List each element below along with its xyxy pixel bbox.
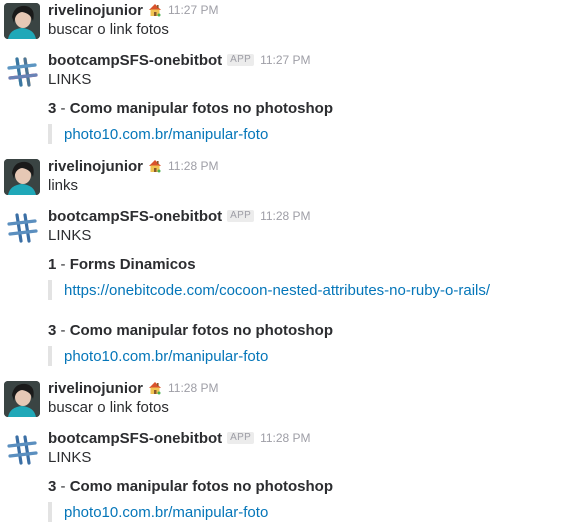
message-user: rivelinojunior 11:28 PM links xyxy=(0,156,561,198)
sender-name[interactable]: rivelinojunior xyxy=(48,2,143,19)
user-avatar[interactable] xyxy=(4,3,40,39)
link-attachment: https://onebitcode.com/cocoon-nested-att… xyxy=(48,280,490,300)
sender-name[interactable]: bootcampSFS-onebitbot xyxy=(48,52,222,69)
timestamp[interactable]: 11:28 PM xyxy=(168,381,218,395)
slack-hash-logo-icon xyxy=(7,57,38,87)
sender-name[interactable]: bootcampSFS-onebitbot xyxy=(48,430,222,447)
item-title: Como manipular fotos no photoshop xyxy=(69,478,333,495)
app-badge: APP xyxy=(227,210,255,222)
item-title: Como manipular fotos no photoshop xyxy=(69,100,333,117)
user-avatar-icon xyxy=(4,159,40,195)
house-emoji-icon xyxy=(148,159,162,173)
message-heading: LINKS xyxy=(48,227,92,244)
item-separator: - xyxy=(56,322,70,339)
sender-name[interactable]: bootcampSFS-onebitbot xyxy=(48,208,222,225)
item-link[interactable]: photo10.com.br/manipular-foto xyxy=(64,504,268,521)
message-user: rivelinojunior 11:27 PM buscar o link fo… xyxy=(0,0,561,42)
timestamp[interactable]: 11:28 PM xyxy=(260,431,310,445)
house-emoji-icon xyxy=(148,3,162,17)
user-avatar-icon xyxy=(4,381,40,417)
app-badge: APP xyxy=(227,432,255,444)
link-item-title: 3 - Como manipular fotos no photoshop xyxy=(48,100,333,117)
item-title: Forms Dinamicos xyxy=(69,256,196,273)
user-avatar-icon xyxy=(4,3,40,39)
link-attachment: photo10.com.br/manipular-foto xyxy=(48,346,268,366)
message-text: buscar o link fotos xyxy=(48,399,169,416)
link-attachment: photo10.com.br/manipular-foto xyxy=(48,502,268,522)
link-item-title: 1 - Forms Dinamicos xyxy=(48,256,196,273)
message-header: rivelinojunior 11:27 PM xyxy=(48,1,219,19)
timestamp[interactable]: 11:28 PM xyxy=(260,209,310,223)
link-item-title: 3 - Como manipular fotos no photoshop xyxy=(48,322,333,339)
message-bot: bootcampSFS-onebitbot APP 11:28 PM LINKS… xyxy=(0,428,561,528)
bot-avatar[interactable] xyxy=(4,54,40,90)
item-separator: - xyxy=(56,100,70,117)
item-separator: - xyxy=(56,256,70,273)
sender-name[interactable]: rivelinojunior xyxy=(48,380,143,397)
item-title: Como manipular fotos no photoshop xyxy=(69,322,333,339)
message-header: rivelinojunior 11:28 PM xyxy=(48,379,219,397)
slack-hash-logo-icon xyxy=(7,213,38,243)
link-item-title: 3 - Como manipular fotos no photoshop xyxy=(48,478,333,495)
item-separator: - xyxy=(56,478,70,495)
house-emoji-icon xyxy=(148,381,162,395)
item-link[interactable]: photo10.com.br/manipular-foto xyxy=(64,126,268,143)
user-avatar[interactable] xyxy=(4,159,40,195)
timestamp[interactable]: 11:27 PM xyxy=(168,3,218,17)
link-attachment: photo10.com.br/manipular-foto xyxy=(48,124,268,144)
sender-name[interactable]: rivelinojunior xyxy=(48,158,143,175)
message-bot: bootcampSFS-onebitbot APP 11:27 PM LINKS… xyxy=(0,50,561,150)
item-link[interactable]: https://onebitcode.com/cocoon-nested-att… xyxy=(64,282,490,299)
timestamp[interactable]: 11:27 PM xyxy=(260,53,310,67)
message-user: rivelinojunior 11:28 PM buscar o link fo… xyxy=(0,378,561,420)
message-header: rivelinojunior 11:28 PM xyxy=(48,157,219,175)
timestamp[interactable]: 11:28 PM xyxy=(168,159,218,173)
slack-hash-logo-icon xyxy=(7,435,38,465)
message-bot: bootcampSFS-onebitbot APP 11:28 PM LINKS… xyxy=(0,206,561,372)
item-link[interactable]: photo10.com.br/manipular-foto xyxy=(64,348,268,365)
message-header: bootcampSFS-onebitbot APP 11:27 PM xyxy=(48,51,311,69)
message-header: bootcampSFS-onebitbot APP 11:28 PM xyxy=(48,207,311,225)
app-badge: APP xyxy=(227,54,255,66)
message-text: buscar o link fotos xyxy=(48,21,169,38)
message-text: links xyxy=(48,177,79,194)
bot-avatar[interactable] xyxy=(4,210,40,246)
bot-avatar[interactable] xyxy=(4,432,40,468)
message-heading: LINKS xyxy=(48,449,92,466)
user-avatar[interactable] xyxy=(4,381,40,417)
message-heading: LINKS xyxy=(48,71,92,88)
message-header: bootcampSFS-onebitbot APP 11:28 PM xyxy=(48,429,311,447)
